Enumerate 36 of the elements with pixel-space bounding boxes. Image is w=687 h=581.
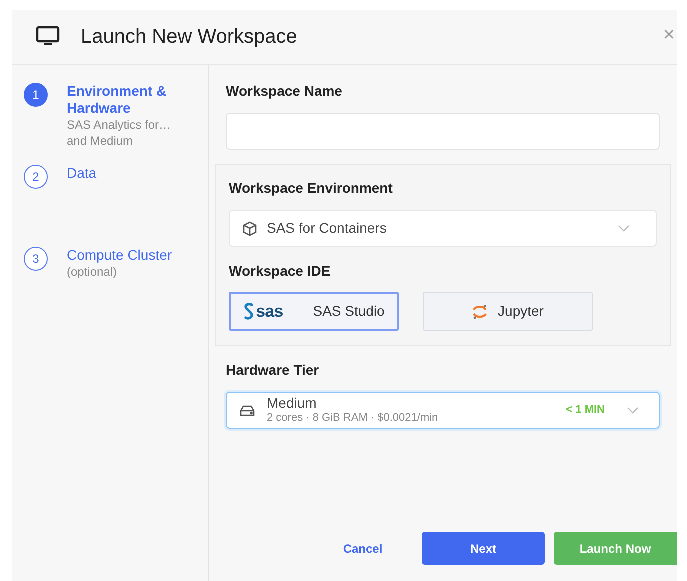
step-subtitle: SAS Analytics for… <box>67 118 172 133</box>
dropdown-value: Medium <box>267 394 318 412</box>
logo-text: sas <box>256 300 284 323</box>
ide-option[interactable]: Jupyter <box>423 292 593 331</box>
step-label[interactable]: Hardware <box>67 100 172 117</box>
step-number[interactable]: 2 <box>24 165 48 189</box>
field-label: Hardware Tier <box>226 361 320 380</box>
tier-details: 2 cores · 8 GiB RAM · $0.0021/min <box>267 412 438 426</box>
step-number[interactable]: 3 <box>24 247 48 271</box>
step-subtitle: (optional) <box>67 265 118 280</box>
next-button[interactable]: Next <box>422 532 545 565</box>
step-subtitle: and Medium <box>67 134 134 149</box>
step-label[interactable]: Environment & <box>67 83 172 100</box>
cube-icon <box>242 220 258 236</box>
monitor-icon <box>36 26 60 48</box>
dropdown-value: SAS for Containers <box>267 219 387 238</box>
step-label[interactable]: Data <box>67 165 97 182</box>
input-field[interactable] <box>226 113 660 150</box>
cancel-link[interactable]: Cancel <box>313 532 413 565</box>
close-button[interactable]: × <box>663 25 675 45</box>
drive-icon <box>240 404 255 416</box>
launch-button[interactable]: Launch Now <box>554 532 677 565</box>
ide-option[interactable]: sas SAS Studio <box>229 292 399 331</box>
startup-time: < 1 MIN <box>566 403 605 418</box>
field-label: Workspace Environment <box>229 179 394 198</box>
environment-dropdown[interactable]: SAS for Containers <box>229 210 657 247</box>
dialog-title: Launch New Workspace <box>81 25 298 50</box>
field-label: Workspace Name <box>226 82 344 101</box>
field-label: Workspace IDE <box>229 262 332 281</box>
chevron-down-icon <box>627 407 639 414</box>
step-number[interactable]: 1 <box>24 83 48 107</box>
step-label[interactable]: Compute Cluster <box>67 247 172 264</box>
s-swirl-icon <box>243 303 256 320</box>
hardware-dropdown[interactable]: Medium 2 cores · 8 GiB RAM · $0.0021/min < 1 MIN <box>226 392 660 429</box>
chevron-down-icon <box>618 225 630 232</box>
orbit-icon <box>472 304 488 320</box>
